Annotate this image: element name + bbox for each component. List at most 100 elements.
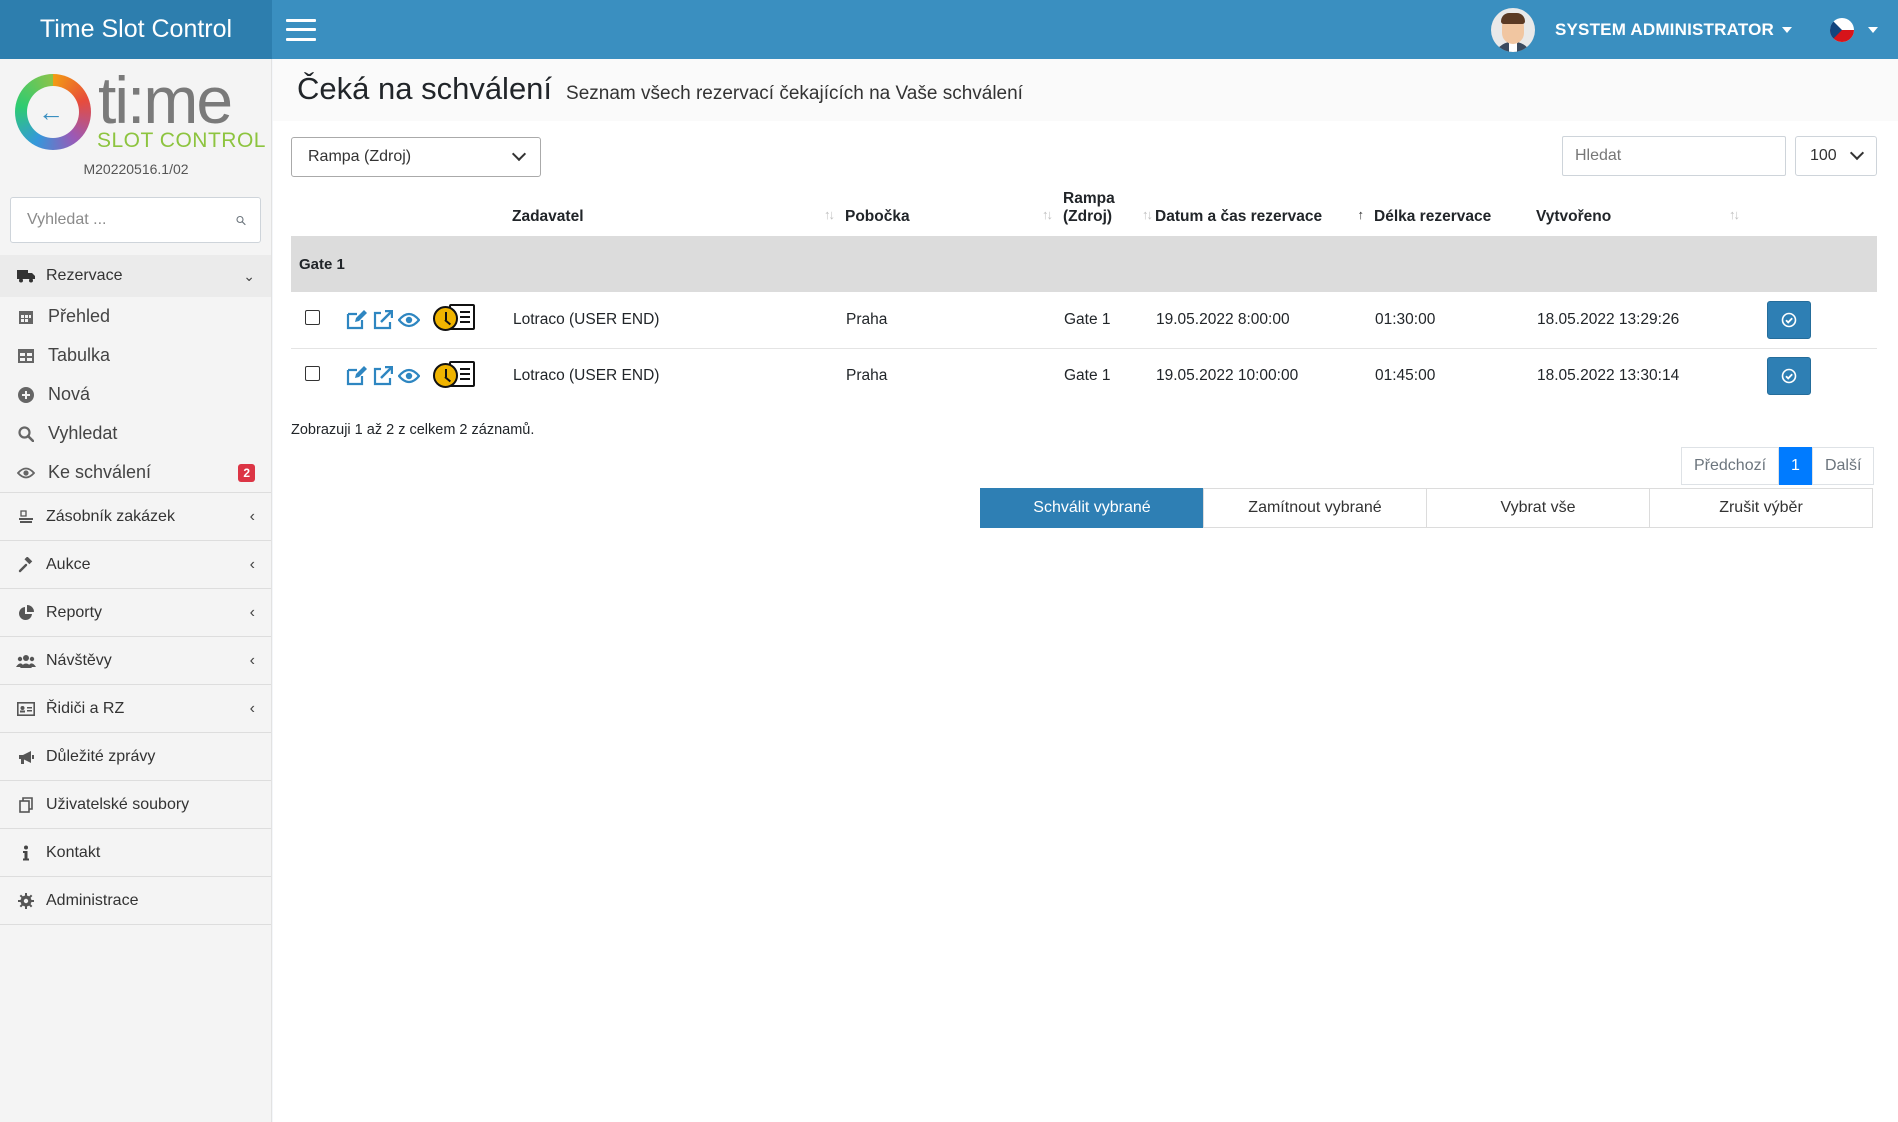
- sidebar-item-label: Administrace: [46, 891, 139, 909]
- cell-delka: 01:45:00: [1375, 367, 1436, 385]
- app-title[interactable]: Time Slot Control: [0, 0, 272, 59]
- sidebar-item-prehled[interactable]: Přehled: [0, 297, 271, 336]
- sidebar-item-kontakt[interactable]: Kontakt: [0, 829, 271, 876]
- sidebar-item-label: Řidiči a RZ: [46, 699, 125, 717]
- col-vytvoreno[interactable]: Vytvořeno ↑↓: [1536, 180, 1766, 236]
- reject-selected-button[interactable]: Zamítnout vybrané: [1203, 488, 1427, 528]
- sidebar-item-label: Uživatelské soubory: [46, 795, 190, 813]
- sidebar-item-tabulka[interactable]: Tabulka: [0, 336, 271, 375]
- chevron-left-icon: ‹: [249, 699, 255, 717]
- col-rampa[interactable]: Rampa (Zdroj) ↑↓: [1063, 180, 1155, 236]
- page-size-select[interactable]: 100: [1795, 136, 1877, 176]
- users-icon: [16, 654, 36, 668]
- row-checkbox[interactable]: [305, 366, 320, 382]
- menu-group-soubory: Uživatelské soubory: [0, 781, 271, 829]
- czech-flag-icon[interactable]: [1830, 17, 1854, 42]
- sidebar-item-vyhledat[interactable]: Vyhledat: [0, 414, 271, 453]
- col-delka[interactable]: Délka rezervace: [1374, 180, 1536, 236]
- sidebar: ← ti:me SLOT CONTROL M20220516.1/02 Reze…: [0, 59, 272, 1122]
- col-actions: [345, 180, 432, 236]
- user-menu[interactable]: SYSTEM ADMINISTRATOR: [1555, 20, 1792, 40]
- page-subtitle: Seznam všech rezervací čekajících na Vaš…: [566, 83, 1023, 104]
- col-pobocka[interactable]: Pobočka ↑↓: [845, 180, 1063, 236]
- pagination: Předchozí 1 Další: [1681, 447, 1875, 485]
- sidebar-item-aukce[interactable]: Aukce ‹: [0, 541, 271, 588]
- check-circle-icon: [1781, 312, 1797, 328]
- topbar-right: SYSTEM ADMINISTRATOR: [1490, 0, 1898, 59]
- menu-group-kontakt: Kontakt: [0, 829, 271, 877]
- row-actions: [346, 309, 431, 330]
- megaphone-icon: [16, 750, 36, 764]
- ramp-filter-select[interactable]: Rampa (Zdroj): [291, 137, 541, 177]
- row-checkbox[interactable]: [305, 309, 320, 325]
- chevron-left-icon: ‹: [249, 507, 255, 525]
- sidebar-item-label: Reporty: [46, 603, 103, 621]
- pagination-page-1[interactable]: 1: [1779, 447, 1812, 485]
- sort-icon[interactable]: ↑↓: [1042, 207, 1053, 222]
- search-icon: [16, 425, 36, 442]
- sidebar-item-label: Důležité zprávy: [46, 747, 156, 765]
- col-status: [432, 180, 512, 236]
- pending-count-badge: 2: [238, 463, 255, 482]
- page-header: Čeká na schválení Seznam všech rezervací…: [273, 59, 1898, 121]
- col-checkbox: [291, 180, 345, 236]
- sidebar-item-zasobnik-zakazek[interactable]: Zásobník zakázek ‹: [0, 493, 271, 540]
- menu-group-zpravy: Důležité zprávy: [0, 733, 271, 781]
- edit-icon[interactable]: [346, 366, 368, 386]
- eye-icon[interactable]: [398, 368, 420, 384]
- search-icon[interactable]: [236, 212, 246, 229]
- sidebar-item-administrace[interactable]: Administrace: [0, 877, 271, 924]
- sidebar-item-label: Návštěvy: [46, 651, 112, 669]
- external-link-icon[interactable]: [373, 366, 393, 386]
- eye-icon[interactable]: [398, 312, 420, 328]
- cell-vytvoreno: 18.05.2022 13:29:26: [1536, 292, 1766, 349]
- clear-selection-button[interactable]: Zrušit výběr: [1649, 488, 1873, 528]
- top-navbar: Time Slot Control SYSTEM ADMINISTRATOR: [0, 0, 1898, 59]
- approve-selected-button[interactable]: Schválit vybrané: [980, 488, 1204, 528]
- pagination-next[interactable]: Další: [1811, 447, 1875, 485]
- logo[interactable]: ← ti:me SLOT CONTROL M20220516.1/02: [0, 59, 271, 183]
- col-datum[interactable]: Datum a čas rezervace ↑: [1155, 180, 1374, 236]
- sidebar-item-label: Kontakt: [46, 843, 101, 861]
- pending-status-icon[interactable]: [433, 359, 475, 389]
- sort-ascending-icon[interactable]: ↑: [1358, 207, 1364, 222]
- sidebar-item-label: Rezervace: [46, 267, 123, 284]
- menu-group-aukce: Aukce ‹: [0, 541, 271, 589]
- external-link-icon[interactable]: [373, 309, 393, 330]
- sidebar-item-ke-schvaleni[interactable]: Ke schválení 2: [0, 453, 271, 492]
- language-caret-icon[interactable]: [1868, 26, 1878, 33]
- sidebar-item-label: Tabulka: [48, 345, 111, 365]
- menu-group-ridici: Řidiči a RZ ‹: [0, 685, 271, 733]
- sidebar-item-uzivatelske-soubory[interactable]: Uživatelské soubory: [0, 781, 271, 828]
- avatar[interactable]: [1490, 7, 1535, 52]
- menu-group-navstevy: Návštěvy ‹: [0, 637, 271, 685]
- sidebar-search-input[interactable]: [25, 210, 236, 230]
- sort-icon[interactable]: ↑↓: [1142, 207, 1153, 222]
- sidebar-item-navstevy[interactable]: Návštěvy ‹: [0, 637, 271, 684]
- sidebar-item-ridici-a-rz[interactable]: Řidiči a RZ ‹: [0, 685, 271, 732]
- logo-text: ti:me: [98, 63, 233, 137]
- plus-circle-icon: [16, 386, 36, 403]
- pending-status-icon[interactable]: [433, 302, 475, 332]
- gear-icon: [16, 892, 36, 909]
- hamburger-menu-icon[interactable]: [286, 18, 316, 41]
- sidebar-search: [10, 197, 261, 243]
- edit-icon[interactable]: [346, 309, 368, 330]
- approve-row-button[interactable]: [1767, 300, 1811, 339]
- check-circle-icon: [1781, 368, 1797, 384]
- table-search-input[interactable]: [1562, 136, 1786, 176]
- col-zadavatel[interactable]: Zadavatel ↑↓: [512, 180, 845, 236]
- sort-icon[interactable]: ↑↓: [1729, 207, 1740, 222]
- sidebar-item-reporty[interactable]: Reporty ‹: [0, 589, 271, 636]
- bulk-actions: Schválit vybrané Zamítnout vybrané Vybra…: [980, 488, 1873, 528]
- table-row: Lotraco (USER END) Praha Gate 1 19.05.20…: [291, 292, 1877, 349]
- approve-row-button[interactable]: [1767, 357, 1811, 396]
- row-actions: [346, 366, 431, 386]
- sidebar-item-dulezite-zpravy[interactable]: Důležité zprávy: [0, 733, 271, 780]
- select-all-button[interactable]: Vybrat vše: [1426, 488, 1650, 528]
- sort-icon[interactable]: ↑↓: [824, 207, 835, 222]
- cell-pobocka: Praha: [845, 292, 1063, 349]
- sidebar-item-rezervace[interactable]: Rezervace ⌄: [0, 255, 271, 297]
- pagination-previous[interactable]: Předchozí: [1681, 447, 1780, 485]
- sidebar-item-nova[interactable]: Nová: [0, 375, 271, 414]
